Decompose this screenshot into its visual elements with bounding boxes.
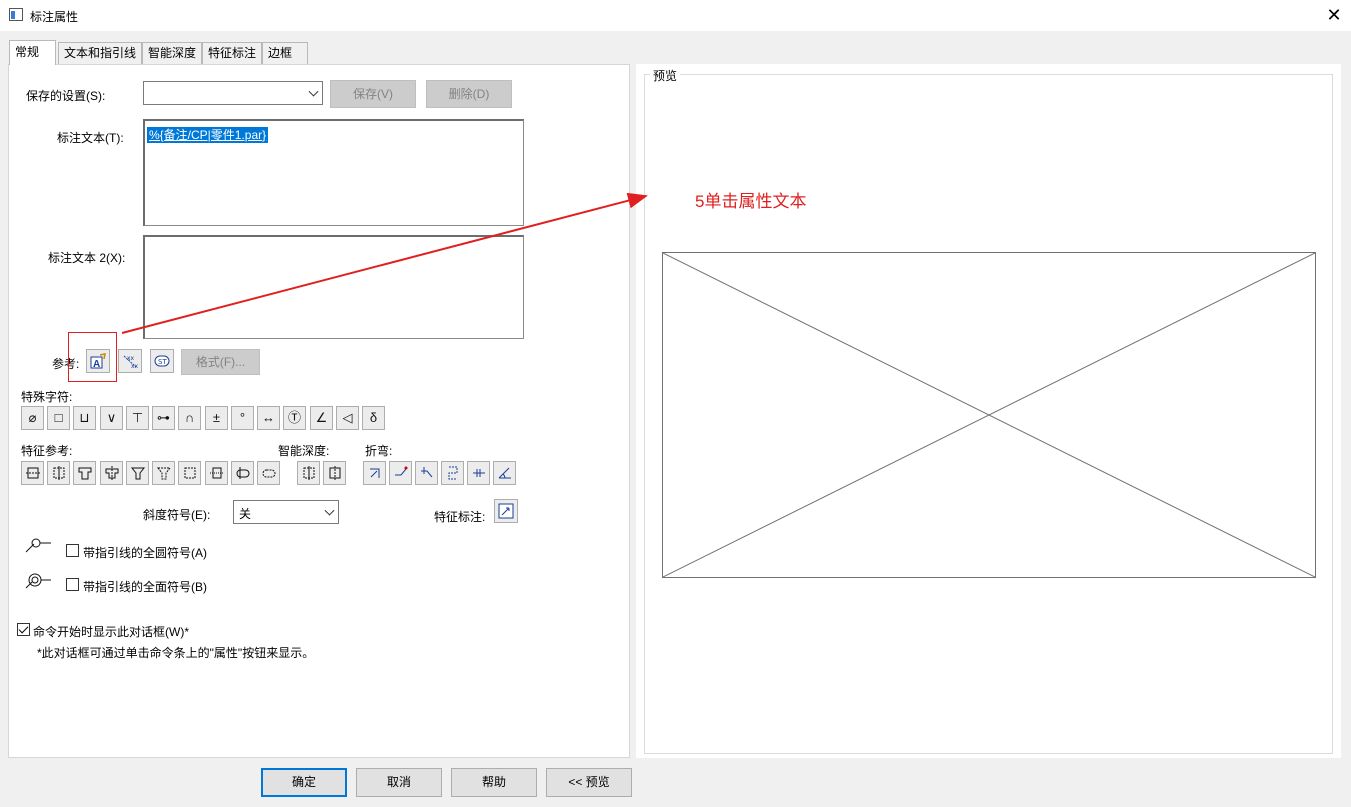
slot-hidden-button[interactable] [257, 461, 280, 485]
slope-symbol-button[interactable]: ∠ [310, 406, 333, 430]
bend-direction-button[interactable] [363, 461, 386, 485]
depth-hole-button[interactable] [297, 461, 320, 485]
special-chars-label: 特殊字符: [21, 390, 73, 404]
chevron-down-icon [324, 505, 335, 516]
counterbore-icon [25, 467, 40, 479]
bend-label: 折弯: [365, 444, 393, 458]
feature-callout-button[interactable] [494, 499, 518, 523]
depth-thread-button[interactable] [323, 461, 346, 485]
cancel-button[interactable]: 取消 [356, 768, 442, 797]
square-symbol-button[interactable]: □ [47, 406, 70, 430]
all-over-label: 带指引线的全面符号(B) [83, 580, 207, 594]
tab-general[interactable]: 常规 [9, 40, 56, 65]
bend-radius-button[interactable] [467, 461, 490, 485]
taper-symbol-button[interactable]: ◁ [336, 406, 359, 430]
origin-symbol-button[interactable]: ⊶ [152, 406, 175, 430]
bend-down-button[interactable] [415, 461, 438, 485]
show-dialog-checkbox[interactable] [17, 623, 30, 636]
all-around-label: 带指引线的全圆符号(A) [83, 546, 207, 560]
depth-symbol-button[interactable]: ⊤ [126, 406, 149, 430]
bend-direction-icon [369, 468, 379, 478]
feature-callout-icon [498, 503, 514, 519]
spotface-depth-button[interactable] [100, 461, 123, 485]
countersink-icon [130, 467, 145, 480]
bend-split-button[interactable] [441, 461, 464, 485]
countersink-symbol-button[interactable]: ∨ [100, 406, 123, 430]
bend-up-icon [394, 466, 407, 476]
feature-ref-label: 特征参考: [21, 444, 73, 458]
all-over-icon [25, 573, 51, 589]
between-symbol-button[interactable]: ↔ [257, 406, 280, 430]
slope-label: 斜度符号(E): [143, 508, 211, 522]
slope-value: 关 [239, 507, 252, 521]
annotation-arrow [121, 192, 648, 334]
slot-hidden-icon [262, 469, 275, 478]
note-text: *此对话框可通过单击命令条上的"属性"按钮来显示。 [37, 646, 315, 660]
hole-hidden-button[interactable] [178, 461, 201, 485]
bend-angle-button[interactable] [493, 461, 516, 485]
depth-thread-icon [329, 466, 340, 480]
spotface-icon [78, 467, 91, 480]
arc-symbol-button[interactable]: ∩ [178, 406, 201, 430]
countersink-button[interactable] [126, 461, 149, 485]
countersink-hidden-button[interactable] [152, 461, 175, 485]
diameter-symbol-button[interactable]: ⌀ [21, 406, 44, 430]
thread-hole-button[interactable] [205, 461, 228, 485]
all-around-checkbox[interactable] [66, 544, 79, 557]
degree-symbol-button[interactable]: ° [231, 406, 254, 430]
feature-callout-label: 特征标注: [434, 510, 486, 524]
annotation-text: 5单击属性文本 [695, 192, 807, 211]
bend-up-button[interactable] [389, 461, 412, 485]
smart-depth-label: 智能深度: [278, 444, 330, 458]
delta-symbol-button[interactable]: δ [362, 406, 385, 430]
preview-toggle-button[interactable]: << 预览 [546, 768, 632, 797]
slot-button[interactable] [231, 461, 254, 485]
help-button[interactable]: 帮助 [451, 768, 537, 797]
statistical-symbol-button[interactable]: Ⓣ [283, 406, 306, 430]
depth-hole-icon [303, 466, 314, 480]
thread-hole-icon [209, 467, 224, 479]
spotface-depth-icon [105, 466, 118, 480]
all-around-icon [25, 538, 51, 553]
bend-radius-icon [472, 469, 485, 477]
spotface-button[interactable] [73, 461, 96, 485]
show-dialog-label: 命令开始时显示此对话框(W)* [33, 625, 189, 639]
slope-combo[interactable]: 关 [233, 500, 339, 524]
all-over-checkbox[interactable] [66, 578, 79, 591]
bend-down-icon [420, 467, 432, 478]
counterbore-button[interactable] [21, 461, 44, 485]
counterbore-hidden-icon [53, 466, 64, 480]
ok-button[interactable]: 确定 [261, 768, 347, 797]
countersink-hidden-icon [156, 467, 171, 480]
bend-angle-icon [498, 467, 511, 479]
counterbore-hidden-button[interactable] [47, 461, 70, 485]
slot-icon [236, 467, 249, 479]
counterbore-symbol-button[interactable]: ⊔ [73, 406, 96, 430]
hole-hidden-icon [184, 467, 195, 479]
bend-split-icon [448, 466, 457, 480]
plus-minus-symbol-button[interactable]: ± [205, 406, 228, 430]
